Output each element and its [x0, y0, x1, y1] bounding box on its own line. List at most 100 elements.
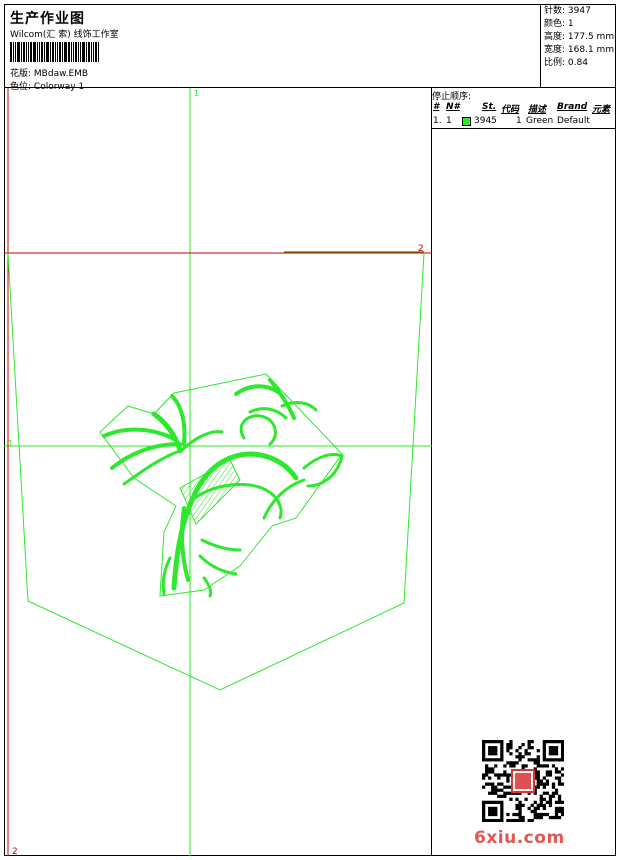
stat-label: 针数: — [544, 6, 566, 16]
header-panel: 生产作业图 Wilcom(汇 索) 线饰工作室 花版: MBdaw.EMB 色位… — [4, 4, 616, 92]
qr-module — [557, 800, 562, 804]
qr-module — [515, 818, 519, 822]
stat-colors: 颜色: 1 — [544, 18, 613, 31]
qr-module — [542, 752, 546, 756]
stats-panel: 针数: 3947 颜色: 1 高度: 177.5 mm 宽度: 168.1 mm… — [540, 4, 616, 87]
qr-module — [548, 770, 553, 774]
qr-module — [497, 818, 501, 822]
qr-module — [545, 800, 550, 804]
qr-module — [539, 779, 543, 783]
qr-module — [560, 800, 564, 804]
qr-module — [557, 770, 562, 774]
qr-module — [494, 791, 498, 795]
qr-module — [482, 806, 486, 811]
qr-module — [491, 800, 495, 804]
qr-module — [494, 818, 498, 822]
qr-module — [536, 761, 540, 765]
qr-module — [539, 812, 543, 817]
qr-module — [530, 740, 534, 744]
barcode-bar — [78, 42, 79, 62]
qr-module — [542, 803, 546, 808]
qr-module — [494, 773, 498, 777]
qr-module — [500, 794, 504, 798]
row-stitches: 3945 — [474, 116, 497, 126]
qr-module — [509, 818, 513, 822]
qr-module — [497, 773, 501, 777]
barcode-bar — [10, 42, 12, 62]
qr-module — [551, 752, 556, 756]
qr-module — [482, 752, 486, 756]
qr-module — [560, 743, 564, 747]
qr-module — [560, 740, 564, 744]
design-drawing: 1 2 1 2 — [4, 88, 432, 856]
qr-module — [560, 755, 564, 759]
qr-module — [506, 812, 510, 817]
qr-module — [545, 773, 550, 777]
qr-module — [518, 803, 522, 808]
stat-value: 177.5 mm — [567, 32, 615, 42]
qr-module — [491, 767, 495, 771]
qr-module — [545, 758, 550, 762]
qr-module — [503, 764, 507, 768]
qr-module — [488, 758, 492, 762]
qr-module — [482, 773, 486, 777]
qr-module — [482, 749, 486, 753]
qr-module — [494, 788, 498, 792]
qr-module — [554, 815, 559, 820]
qr-module — [503, 773, 507, 777]
qr-module — [500, 788, 504, 792]
qr-module — [554, 752, 559, 756]
qr-module — [485, 764, 489, 768]
qr-module — [488, 812, 492, 817]
qr-module — [491, 749, 495, 753]
qr-module — [494, 752, 498, 756]
barcode-bar — [55, 42, 56, 62]
qr-module — [560, 806, 564, 811]
qr-module — [485, 740, 489, 744]
color-swatch — [462, 117, 471, 126]
qr-module — [485, 758, 489, 762]
qr-module — [548, 773, 553, 777]
qr-module — [533, 815, 537, 820]
qr-module — [554, 770, 559, 774]
qr-module — [488, 749, 492, 753]
qr-module — [521, 803, 525, 808]
qr-module — [539, 797, 543, 801]
qr-module — [542, 764, 546, 768]
qr-module — [536, 764, 540, 768]
qr-module — [482, 812, 486, 817]
qr-module — [530, 809, 534, 814]
col-brand: Brand — [557, 102, 588, 112]
stat-label: 高度: — [544, 32, 566, 42]
qr-module — [533, 806, 537, 811]
qr-module — [551, 782, 556, 786]
page-title: 生产作业图 — [10, 11, 85, 27]
qr-module — [542, 758, 546, 762]
qr-module — [554, 776, 559, 780]
qr-module — [551, 740, 556, 744]
qr-module — [494, 809, 498, 814]
qr-module — [491, 752, 495, 756]
qr-module — [557, 758, 562, 762]
qr-module — [491, 746, 495, 750]
qr-module — [560, 752, 564, 756]
qr-module — [485, 800, 489, 804]
vertical-guide-2-label: 2 — [12, 847, 18, 856]
qr-module — [500, 818, 504, 822]
stat-label: 比例: — [544, 58, 566, 68]
qr-module — [521, 755, 525, 759]
qr-module — [485, 767, 489, 771]
qr-module — [518, 812, 522, 817]
barcode — [10, 42, 126, 62]
qr-module — [482, 818, 486, 822]
stat-value: 0.84 — [567, 58, 588, 68]
qr-module — [560, 749, 564, 753]
qr-module — [488, 767, 492, 771]
qr-module — [542, 797, 546, 801]
barcode-bar — [68, 42, 70, 62]
barcode-bar — [50, 42, 51, 62]
qr-module — [497, 794, 501, 798]
qr-module — [518, 746, 522, 750]
qr-module — [497, 740, 501, 744]
stat-width: 宽度: 168.1 mm — [544, 44, 614, 57]
